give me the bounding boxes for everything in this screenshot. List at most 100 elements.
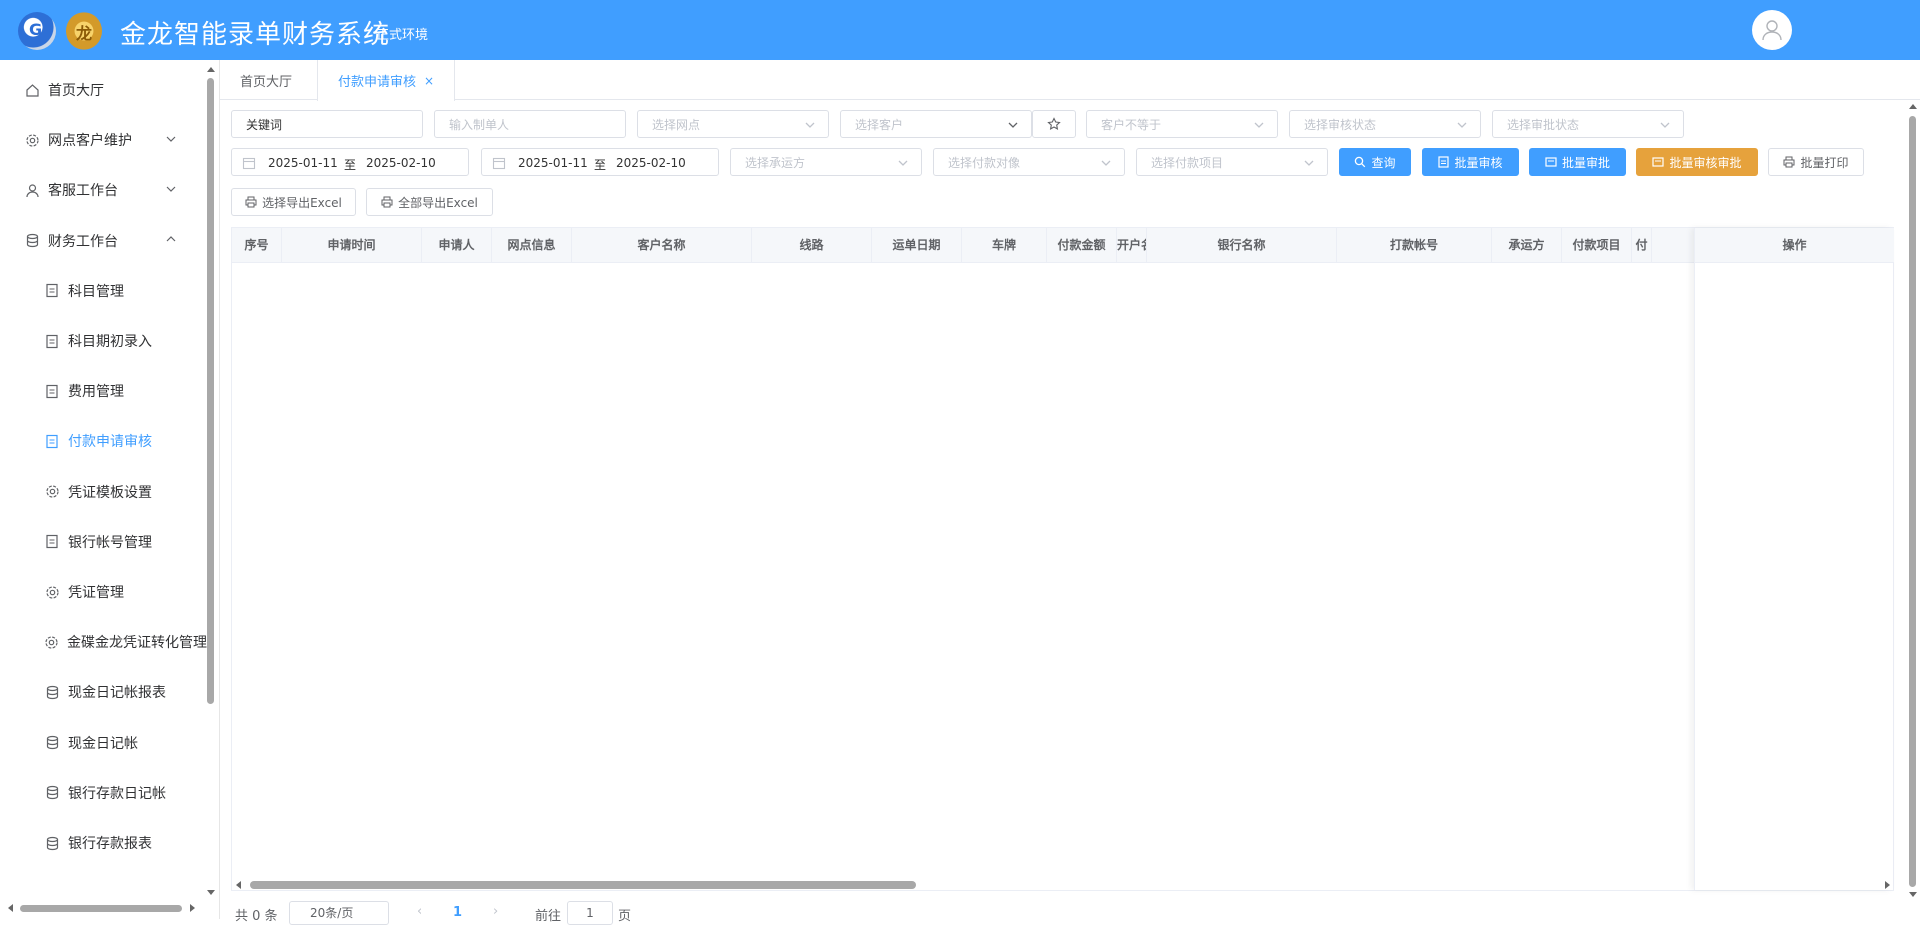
- sidebar-item-12[interactable]: 金碟金龙凭证转化管理: [0, 622, 207, 662]
- sidebar-scrollbar-thumb[interactable]: [207, 78, 214, 704]
- sidebar-item-9[interactable]: 凭证模板设置: [0, 472, 205, 512]
- sidebar-item-2[interactable]: 网点客户维护: [0, 120, 205, 160]
- sidebar-scroll-right[interactable]: [190, 904, 195, 912]
- batch-approve-label: 批量审批: [1561, 155, 1610, 170]
- maker-input[interactable]: 输入制单人: [434, 110, 626, 138]
- sidebar-item-label: 金碟金龙凭证转化管理: [67, 635, 207, 652]
- batch-audit-approve-label: 批量审核审批: [1669, 155, 1742, 170]
- branch-placeholder: 选择网点: [652, 117, 701, 132]
- sidebar-item-label: 费用管理: [68, 384, 124, 401]
- range-separator: 至: [594, 158, 607, 172]
- document-icon: [44, 534, 60, 550]
- payment-table: 序号申请时间申请人网点信息客户名称线路运单日期车牌付款金额开户名银行名称打款帐号…: [231, 227, 1894, 891]
- sidebar-item-label: 科目期初录入: [68, 334, 152, 350]
- sidebar-item-1[interactable]: 首页大厅: [0, 70, 205, 110]
- start-date[interactable]: 2025-01-11: [518, 156, 588, 170]
- customer-select[interactable]: 选择客户: [840, 110, 1032, 138]
- sidebar-item-4[interactable]: 财务工作台: [0, 221, 205, 261]
- table-scroll-right[interactable]: [1885, 881, 1890, 889]
- pay-target-placeholder: 选择付款对像: [948, 155, 1021, 170]
- tab-label: 付款申请审核: [338, 75, 417, 90]
- printer-icon: [245, 196, 257, 208]
- export-all-button[interactable]: 全部导出Excel: [366, 188, 493, 216]
- fixed-actions-column: 操作: [1694, 228, 1894, 890]
- sidebar-item-10[interactable]: 银行帐号管理: [0, 522, 205, 562]
- company-logo: G: [18, 12, 56, 50]
- pay-target-select[interactable]: 选择付款对像: [933, 148, 1125, 176]
- sidebar-item-label: 财务工作台: [48, 233, 118, 250]
- batch-print-label: 批量打印: [1800, 155, 1849, 170]
- batch-audit-button[interactable]: 批量审核: [1422, 148, 1519, 176]
- pay-item-select[interactable]: 选择付款项目: [1136, 148, 1328, 176]
- branch-select[interactable]: 选择网点: [637, 110, 829, 138]
- approve-status-select[interactable]: 选择审批状态: [1492, 110, 1684, 138]
- page-scroll-up[interactable]: [1909, 104, 1917, 109]
- current-page[interactable]: 1: [453, 905, 462, 920]
- table-hscrollbar-thumb[interactable]: [250, 881, 916, 889]
- column-header: 申请人: [422, 228, 492, 263]
- next-page-button[interactable]: ›: [493, 904, 498, 919]
- sidebar-item-15[interactable]: 银行存款日记帐: [0, 773, 205, 813]
- query-label: 查询: [1371, 155, 1396, 170]
- chevron-up-icon: [166, 235, 176, 242]
- sidebar-item-14[interactable]: 现金日记帐: [0, 723, 205, 763]
- sidebar-scroll-down[interactable]: [207, 890, 215, 895]
- prev-page-button[interactable]: ‹: [417, 904, 422, 919]
- page-scrollbar-thumb[interactable]: [1909, 116, 1916, 887]
- audit-status-select[interactable]: 选择审核状态: [1289, 110, 1481, 138]
- audit-status-placeholder: 选择审核状态: [1304, 117, 1377, 132]
- sidebar-item-6[interactable]: 科目期初录入: [0, 321, 205, 361]
- column-header: 车牌: [962, 228, 1047, 263]
- customer-not-equal-placeholder: 客户不等于: [1101, 117, 1162, 132]
- sidebar-item-5[interactable]: 科目管理: [0, 271, 205, 311]
- star-icon: [1047, 117, 1061, 130]
- customer-not-equal-select[interactable]: 客户不等于: [1086, 110, 1278, 138]
- page-scroll-down[interactable]: [1909, 892, 1917, 897]
- calendar-icon: [242, 157, 256, 170]
- table-header: 序号申请时间申请人网点信息客户名称线路运单日期车牌付款金额开户名银行名称打款帐号…: [232, 228, 1893, 263]
- sidebar-item-13[interactable]: 现金日记帐报表: [0, 672, 205, 712]
- tab-bar: 首页大厅 付款申请审核 ×: [220, 60, 1920, 101]
- sidebar-hscrollbar-thumb[interactable]: [20, 905, 182, 912]
- app-title: 金龙智能录单财务系统: [120, 20, 391, 50]
- export-selected-button[interactable]: 选择导出Excel: [231, 188, 356, 216]
- gear-icon: [24, 132, 40, 148]
- table-scroll-left[interactable]: [236, 881, 241, 889]
- end-date[interactable]: 2025-02-10: [366, 156, 436, 170]
- sidebar-scroll-left[interactable]: [8, 904, 13, 912]
- column-header-actions: 操作: [1695, 228, 1894, 263]
- user-avatar[interactable]: [1752, 10, 1792, 50]
- top-header: G 龙 金龙智能录单财务系统 正式环境: [0, 0, 1920, 60]
- gear-icon: [44, 484, 60, 500]
- date-range-picker-1[interactable]: 2025-01-11 至 2025-02-10: [231, 148, 469, 176]
- sidebar-item-8[interactable]: 付款申请审核: [0, 421, 205, 461]
- date-range-picker-2[interactable]: 2025-01-11 至 2025-02-10: [481, 148, 719, 176]
- sidebar-item-16[interactable]: 银行存款报表: [0, 823, 205, 863]
- page-size-value: 20条/页: [310, 906, 354, 920]
- column-header: 承运方: [1492, 228, 1562, 263]
- dragon-logo: 龙: [66, 12, 102, 50]
- page-size-select[interactable]: 20条/页: [289, 901, 389, 925]
- tickets-icon: [1652, 156, 1665, 168]
- sidebar-item-7[interactable]: 费用管理: [0, 371, 205, 411]
- column-header: 付款金额: [1047, 228, 1117, 263]
- batch-audit-approve-button[interactable]: 批量审核审批: [1636, 148, 1758, 176]
- chevron-down-icon: [805, 122, 815, 128]
- carrier-select[interactable]: 选择承运方: [730, 148, 922, 176]
- close-icon[interactable]: ×: [424, 74, 434, 88]
- batch-approve-button[interactable]: 批量审批: [1529, 148, 1626, 176]
- sidebar-scroll-up[interactable]: [207, 67, 215, 72]
- query-button[interactable]: 查询: [1339, 148, 1411, 176]
- tab-payment-audit[interactable]: 付款申请审核 ×: [317, 60, 456, 101]
- start-date[interactable]: 2025-01-11: [268, 156, 338, 170]
- sidebar-item-3[interactable]: 客服工作台: [0, 170, 205, 210]
- favorite-button[interactable]: [1032, 110, 1076, 138]
- tab-home[interactable]: 首页大厅: [220, 60, 312, 100]
- document-icon: [44, 383, 60, 399]
- sidebar-item-11[interactable]: 凭证管理: [0, 572, 205, 612]
- end-date[interactable]: 2025-02-10: [616, 156, 686, 170]
- column-header: 打款帐号: [1337, 228, 1492, 263]
- batch-print-button[interactable]: 批量打印: [1768, 148, 1864, 176]
- goto-page-input[interactable]: 1: [567, 901, 613, 925]
- keyword-input[interactable]: 关键词: [231, 110, 423, 138]
